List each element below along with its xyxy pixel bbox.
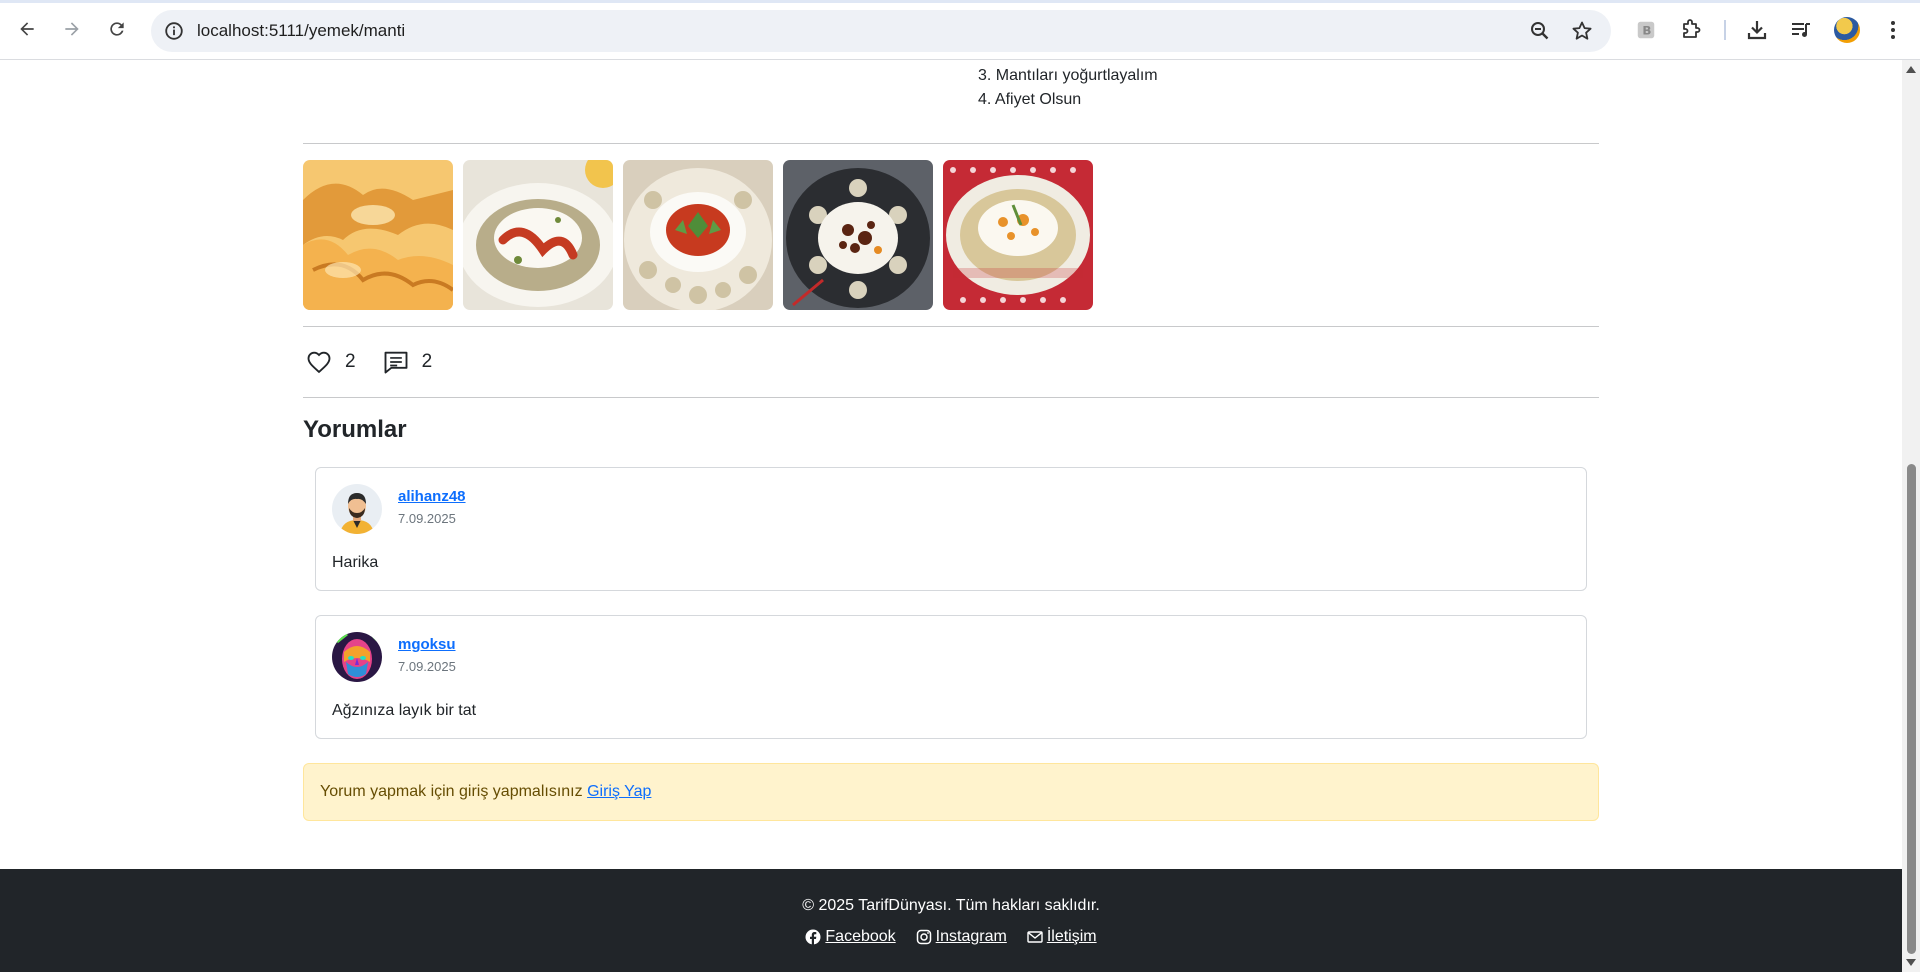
avatar[interactable] (332, 484, 382, 534)
comment-username-link[interactable]: mgoksu (398, 636, 456, 653)
recipe-step: 4. Afiyet Olsun (978, 91, 1082, 108)
like-button[interactable]: 2 (305, 348, 356, 376)
menu-kebab-icon[interactable] (1880, 17, 1906, 43)
comment-text: Harika (332, 554, 379, 571)
comment-count-button[interactable]: 2 (382, 348, 433, 376)
url-text[interactable]: localhost:5111/yemek/manti (197, 21, 405, 41)
recipe-gallery (303, 160, 1093, 310)
footer-links: Facebook Instagram İletişim (0, 928, 1902, 946)
comment-username-link[interactable]: alihanz48 (398, 488, 466, 505)
page-viewport: 3. Mantıları yoğurtlayalım 4. Afiyet Ols… (0, 60, 1902, 972)
bookmark-star-icon[interactable] (1570, 19, 1594, 43)
instagram-link[interactable]: Instagram (916, 928, 1007, 946)
scroll-down-arrow-icon[interactable] (1906, 959, 1916, 966)
envelope-icon (1027, 931, 1043, 943)
address-bar[interactable]: localhost:5111/yemek/manti (151, 10, 1611, 52)
login-link[interactable]: Giriş Yap (587, 783, 651, 800)
recipe-steps: 3. Mantıları yoğurtlayalım 4. Afiyet Ols… (978, 64, 1158, 112)
comment-card: alihanz48 7.09.2025 Harika (315, 467, 1587, 591)
manti-photo-1[interactable] (303, 160, 453, 310)
recipe-step: 3. Mantıları yoğurtlayalım (978, 67, 1158, 84)
divider (303, 326, 1599, 327)
facebook-link-label: Facebook (825, 928, 896, 945)
extensions-puzzle-icon[interactable] (1678, 17, 1704, 43)
contact-link[interactable]: İletişim (1027, 928, 1097, 946)
login-required-alert: Yorum yapmak için giriş yapmalısınız Gir… (303, 763, 1599, 821)
comment-text: Ağzınıza layık bir tat (332, 702, 477, 719)
instagram-link-label: Instagram (935, 928, 1007, 945)
login-prompt-text: Yorum yapmak için giriş yapmalısınız (320, 783, 583, 800)
contact-link-label: İletişim (1046, 928, 1097, 945)
login-required-message: Yorum yapmak için giriş yapmalısınız Gir… (320, 783, 651, 801)
heart-icon (307, 351, 331, 374)
site-info-icon[interactable] (163, 20, 185, 42)
scroll-up-arrow-icon[interactable] (1906, 66, 1916, 73)
zoom-icon[interactable] (1528, 19, 1552, 43)
download-icon[interactable] (1744, 17, 1770, 43)
divider (303, 397, 1599, 398)
forward-button[interactable] (54, 11, 90, 47)
site-footer: © 2025 TarifDünyası. Tüm hakları saklıdı… (0, 869, 1902, 972)
comments-title: Yorumlar (303, 416, 407, 443)
comment-count: 2 (421, 351, 433, 372)
facebook-link[interactable]: Facebook (805, 928, 896, 946)
browser-toolbar: localhost:5111/yemek/manti B (0, 0, 1920, 60)
reload-icon (110, 22, 124, 36)
manti-photo-4[interactable] (783, 160, 933, 310)
reload-button[interactable] (99, 11, 135, 47)
recipe-stats: 2 2 (305, 348, 458, 376)
manti-photo-3[interactable] (623, 160, 773, 310)
tab-strip-edge (0, 0, 1920, 3)
facebook-icon (805, 929, 821, 945)
scrollbar-thumb[interactable] (1907, 464, 1916, 954)
like-count: 2 (345, 351, 356, 372)
back-button[interactable] (9, 11, 45, 47)
comment-date: 7.09.2025 (398, 511, 456, 526)
manti-photo-2[interactable] (463, 160, 613, 310)
page-scrollbar[interactable] (1902, 60, 1920, 972)
extension-b-icon[interactable]: B (1633, 17, 1659, 43)
forward-icon (65, 22, 79, 36)
media-queue-icon[interactable] (1788, 17, 1814, 43)
divider (303, 143, 1599, 144)
toolbar-separator (1724, 20, 1726, 40)
profile-avatar[interactable] (1834, 17, 1860, 43)
comment-card: mgoksu 7.09.2025 Ağzınıza layık bir tat (315, 615, 1587, 739)
instagram-icon (916, 929, 931, 945)
avatar[interactable] (332, 632, 382, 682)
back-icon (20, 22, 34, 36)
comment-icon (384, 351, 408, 374)
manti-photo-5[interactable] (943, 160, 1093, 310)
copyright-text: © 2025 TarifDünyası. Tüm hakları saklıdı… (802, 897, 1100, 914)
svg-text:B: B (1642, 24, 1651, 38)
comment-date: 7.09.2025 (398, 659, 456, 674)
